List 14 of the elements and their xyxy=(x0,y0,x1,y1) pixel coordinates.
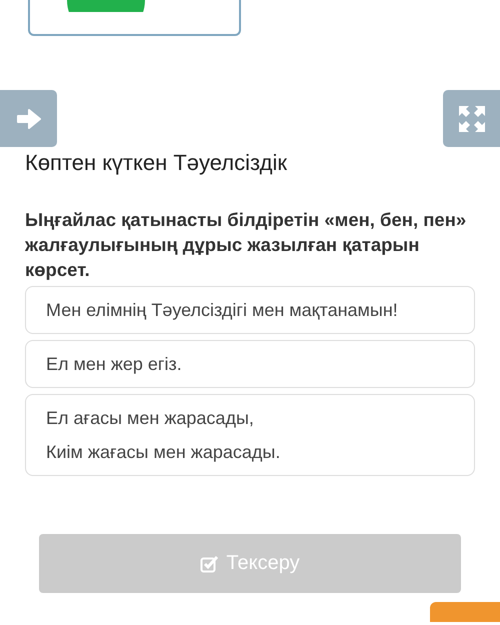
option-text: Ел ағасы мен жарасады, xyxy=(46,407,255,429)
checkbox-icon xyxy=(200,554,218,572)
answer-option[interactable]: Ел мен жер егіз. xyxy=(25,340,475,388)
answer-option[interactable]: Мен елімнің Тәуелсіздігі мен мақтанамын! xyxy=(25,286,475,334)
next-button[interactable] xyxy=(0,90,57,147)
option-text: Ел мен жер егіз. xyxy=(46,353,183,375)
option-text: Мен елімнің Тәуелсіздігі мен мақтанамын! xyxy=(46,299,399,321)
expand-icon xyxy=(458,106,484,132)
option-text: Киім жағасы мен жарасады. xyxy=(46,441,282,463)
fullscreen-button[interactable] xyxy=(443,90,500,147)
arrow-right-icon xyxy=(16,108,42,130)
question-text: Ыңғайлас қатынасты білдіретін «мен, бен, пен» жалғаулығының дұрыс жазылған қатарын көрсет. xyxy=(25,208,468,282)
lesson-title: Көптен күткен Тәуелсіздік xyxy=(25,149,288,177)
answer-option[interactable]: Ел ағасы мен жарасады, Киім жағасы мен жарасады. xyxy=(25,394,475,476)
